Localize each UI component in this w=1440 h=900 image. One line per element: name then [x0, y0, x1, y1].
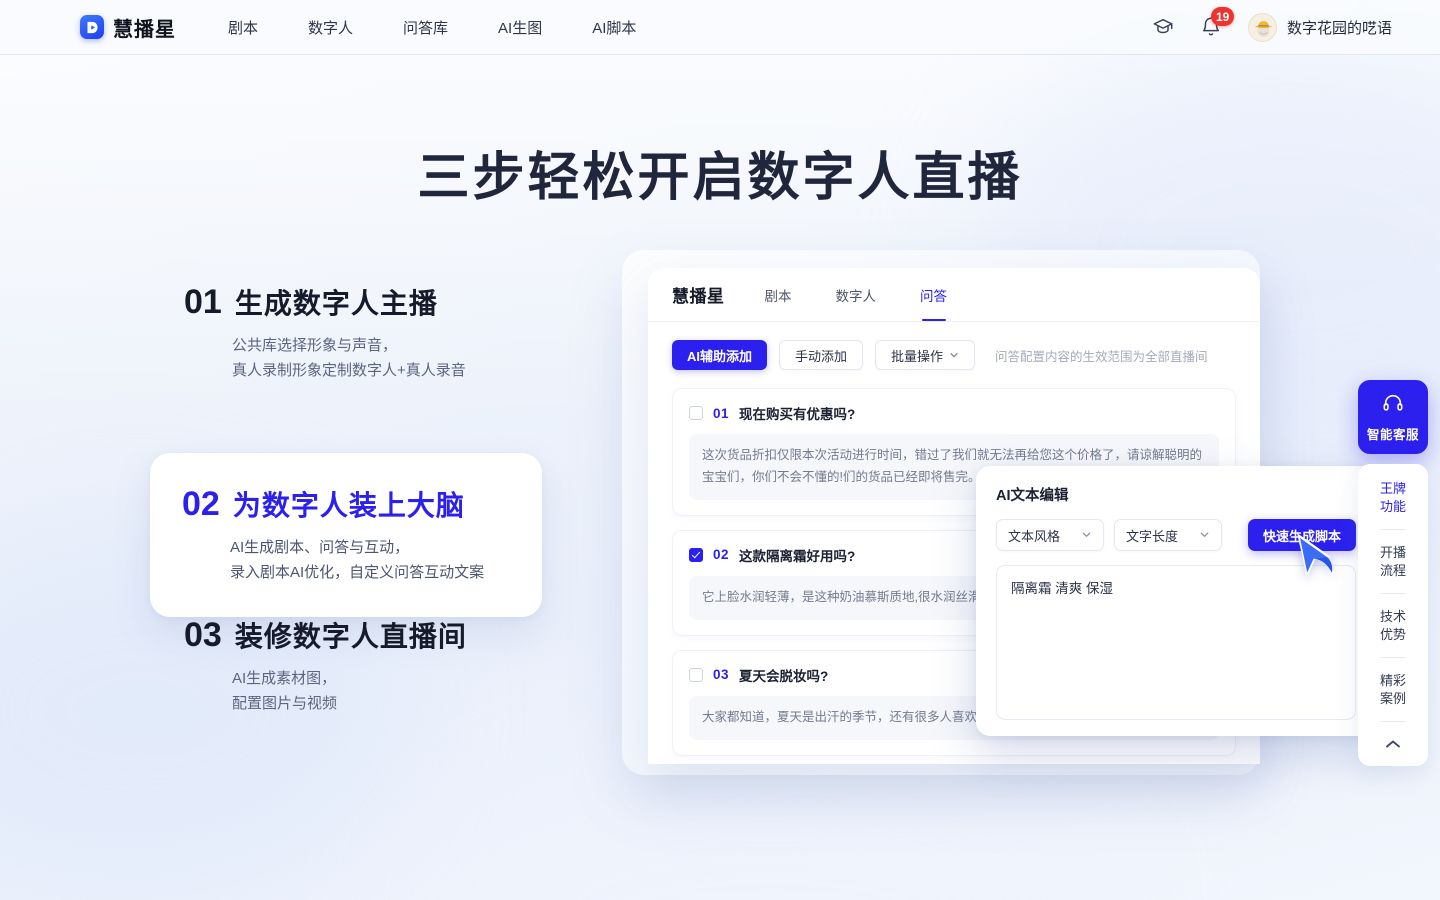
nav-item-qa-library[interactable]: 问答库: [403, 13, 448, 42]
nav-item-ai-script[interactable]: AI脚本: [592, 13, 636, 42]
step-01-number: 01: [184, 283, 222, 321]
rail-divider: [1380, 721, 1406, 723]
qa-item-03-index: 03: [713, 667, 730, 683]
ai-text-editor-popup: AI文本编辑 文本风格 文字长度 快速生成脚本 隔离霜 清爽 保湿: [976, 466, 1376, 736]
rail-divider: [1380, 593, 1406, 595]
manual-add-button[interactable]: 手动添加: [779, 340, 864, 370]
rail-item-tech-advantage[interactable]: 技术 优势: [1380, 606, 1406, 645]
step-03-number: 03: [184, 616, 222, 655]
rail-item-flagship-features[interactable]: 王牌 功能: [1380, 478, 1406, 517]
batch-ops-label: 批量操作: [891, 348, 944, 364]
generate-script-button[interactable]: 快速生成脚本: [1247, 519, 1356, 551]
rail-item-case-studies[interactable]: 精彩 案例: [1380, 670, 1406, 709]
rail-divider: [1380, 529, 1406, 531]
rail-item-broadcast-flow[interactable]: 开播 流程: [1380, 542, 1406, 581]
text-length-select-value: 文字长度: [1126, 528, 1179, 544]
rail-divider: [1380, 657, 1406, 659]
qa-item-01-head: 01 现在购买有优惠吗?: [689, 403, 1219, 423]
chevron-down-icon: [949, 348, 959, 363]
qa-item-02-checkbox[interactable]: [689, 547, 703, 562]
avatar: [1247, 12, 1277, 42]
logo-icon: [80, 15, 104, 39]
graduation-cap-icon[interactable]: [1152, 16, 1174, 38]
nav-item-ai-image[interactable]: AI生图: [498, 13, 542, 42]
right-rail: 智能客服 王牌 功能 开播 流程 技术 优势 精彩 案例: [1358, 380, 1428, 767]
qa-item-01-checkbox[interactable]: [689, 406, 703, 420]
rail-menu: 王牌 功能 开播 流程 技术 优势 精彩 案例: [1358, 464, 1428, 767]
qa-item-03-checkbox[interactable]: [689, 667, 703, 682]
mock-tab-digital-human[interactable]: 数字人: [836, 268, 877, 321]
ai-popup-title: AI文本编辑: [996, 488, 1069, 504]
chevron-up-icon: [1385, 736, 1401, 754]
step-item-02[interactable]: 02 为数字人装上大脑 AI生成剧本、问答与互动， 录入剧本AI优化，自定义问答…: [150, 453, 542, 618]
ai-assist-add-button[interactable]: AI辅助添加: [672, 340, 768, 370]
step-02-desc: AI生成剧本、问答与互动， 录入剧本AI优化，自定义问答互动文案: [230, 538, 485, 581]
step-01-title: 生成数字人主播: [234, 288, 438, 319]
step-03-desc: AI生成素材图， 配置图片与视频: [232, 670, 338, 712]
main-nav: 剧本 数字人 问答库 AI生图 AI脚本: [228, 13, 636, 42]
text-length-select[interactable]: 文字长度: [1114, 519, 1222, 551]
mock-brand: 慧播星: [672, 287, 725, 306]
header-actions: 19 数字花园的呓语: [1152, 7, 1392, 42]
qa-item-01-question: 现在购买有优惠吗?: [739, 407, 856, 422]
headset-icon: [1382, 392, 1404, 419]
step-item-03[interactable]: 03 装修数字人直播间 AI生成素材图， 配置图片与视频: [152, 618, 552, 716]
step-01-head: 01 生成数字人主播: [184, 285, 552, 320]
ai-popup-controls: 文本风格 文字长度 快速生成脚本: [996, 519, 1356, 551]
step-01-desc: 公共库选择形象与声音， 真人录制形象定制数字人+真人录音: [232, 336, 466, 379]
steps-list: 01 生成数字人主播 公共库选择形象与声音， 真人录制形象定制数字人+真人录音 …: [150, 285, 552, 717]
toolbar-hint: 问答配置内容的生效范围为全部直播间: [995, 349, 1208, 364]
user-menu[interactable]: 数字花园的呓语: [1247, 12, 1392, 42]
nav-item-digital-human[interactable]: 数字人: [308, 13, 353, 42]
step-02-title: 为数字人装上大脑: [232, 490, 465, 521]
chevron-down-icon: [1199, 528, 1210, 543]
mock-toolbar: AI辅助添加 手动添加 批量操作 问答配置内容的生效范围为全部直播间: [648, 322, 1260, 384]
mock-tabbar: 慧播星 剧本 数字人 问答: [648, 268, 1260, 322]
user-name: 数字花园的呓语: [1286, 19, 1392, 37]
qa-item-01-index: 01: [713, 405, 730, 421]
customer-service-label: 智能客服: [1366, 427, 1419, 442]
chevron-down-icon: [1081, 528, 1092, 543]
customer-service-button[interactable]: 智能客服: [1358, 380, 1428, 454]
top-header: 慧播星 剧本 数字人 问答库 AI生图 AI脚本 19 数字花园的呓语: [0, 0, 1440, 55]
text-style-select[interactable]: 文本风格: [996, 519, 1104, 551]
notification-bell[interactable]: 19: [1200, 7, 1235, 38]
brand-name: 慧播星: [113, 18, 176, 41]
qa-item-02-question: 这款隔离霜好用吗?: [739, 548, 856, 564]
text-style-select-value: 文本风格: [1008, 528, 1061, 544]
step-02-head: 02 为数字人装上大脑: [182, 487, 542, 522]
step-03-head: 03 装修数字人直播间: [184, 618, 552, 653]
page-title: 三步轻松开启数字人直播: [417, 149, 1023, 207]
mock-tab-qa[interactable]: 问答: [920, 268, 947, 321]
step-item-01[interactable]: 01 生成数字人主播 公共库选择形象与声音， 真人录制形象定制数字人+真人录音: [152, 285, 552, 383]
notification-badge: 19: [1210, 7, 1235, 26]
step-02-number: 02: [182, 485, 220, 523]
ai-text-editor-area[interactable]: 隔离霜 清爽 保湿: [996, 565, 1356, 720]
back-to-top-button[interactable]: [1385, 734, 1401, 758]
step-03-title: 装修数字人直播间: [234, 621, 467, 653]
background-blob-bottom: [420, 760, 1120, 900]
brand-logo[interactable]: 慧播星: [80, 13, 176, 42]
qa-item-03-question: 夏天会脱妆吗?: [739, 668, 829, 684]
batch-ops-button[interactable]: 批量操作: [875, 340, 976, 370]
nav-item-scripts[interactable]: 剧本: [228, 13, 258, 42]
qa-item-02-index: 02: [713, 547, 730, 563]
mock-tab-scripts[interactable]: 剧本: [765, 268, 792, 321]
